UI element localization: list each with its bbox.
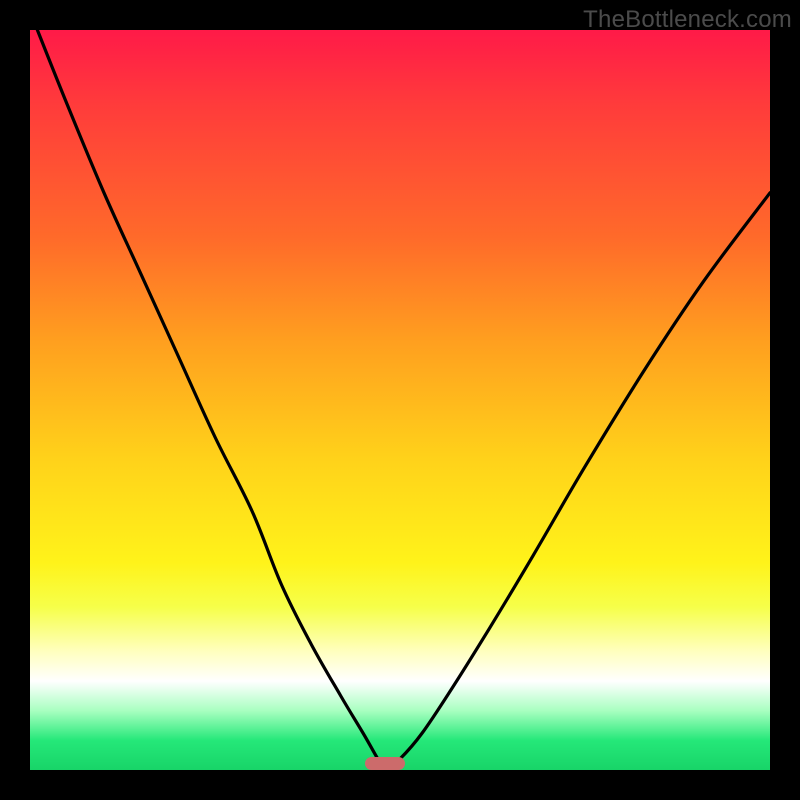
curve-layer [30,30,770,770]
plot-area [30,30,770,770]
left-curve [37,30,385,770]
right-curve [385,193,770,770]
minimum-marker [365,757,405,770]
chart-frame: TheBottleneck.com [0,0,800,800]
